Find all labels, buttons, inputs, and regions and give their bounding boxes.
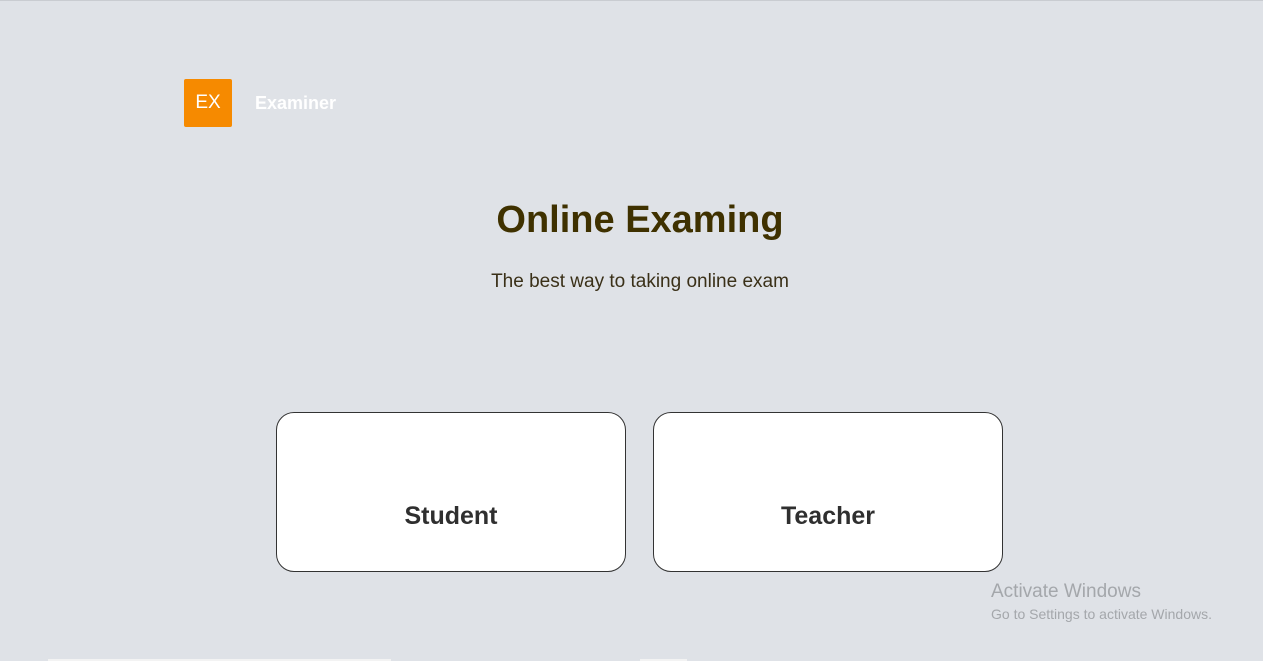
- brand-name[interactable]: Examiner: [255, 93, 336, 114]
- brand-logo-text: EX: [195, 92, 221, 113]
- page-title: Online Examing: [496, 199, 784, 241]
- watermark-title: Activate Windows: [991, 581, 1141, 602]
- student-role-card[interactable]: Student: [276, 412, 626, 572]
- teacher-role-label: Teacher: [780, 502, 876, 530]
- teacher-role-card[interactable]: Teacher: [653, 412, 1003, 572]
- brand-logo[interactable]: EX: [184, 79, 232, 127]
- student-role-label: Student: [404, 502, 498, 530]
- watermark-subtitle: Go to Settings to activate Windows.: [991, 606, 1212, 622]
- page-subtitle: The best way to taking online exam: [491, 271, 789, 292]
- brand[interactable]: EX Examiner: [184, 79, 336, 127]
- windows-activation-watermark: Activate Windows Go to Settings to activ…: [991, 581, 1212, 625]
- landing-page: EX Examiner Online Examing The best way …: [0, 0, 1263, 661]
